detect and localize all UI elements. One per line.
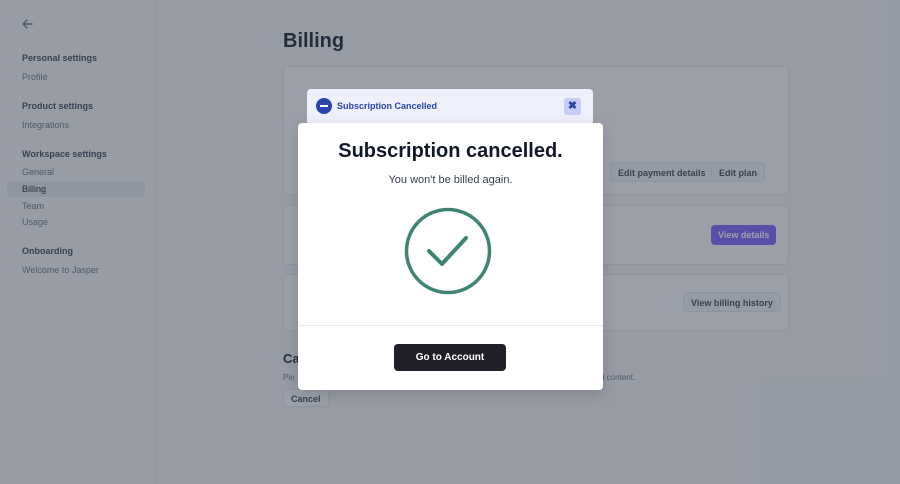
check-circle-icon (404, 207, 492, 295)
toast-notification: Subscription Cancelled ✖ (307, 89, 593, 125)
toast-message: Subscription Cancelled (337, 101, 438, 111)
go-to-account-button[interactable]: Go to Account (394, 344, 506, 371)
modal-subtitle: You won't be billed again. (388, 174, 513, 186)
close-icon[interactable]: ✖ (564, 98, 581, 115)
modal-title: Subscription cancelled. (338, 140, 563, 162)
subscription-cancelled-modal: Subscription cancelled. You won't be bil… (298, 123, 603, 390)
modal-divider (298, 325, 603, 326)
minus-circle-icon (316, 98, 332, 114)
